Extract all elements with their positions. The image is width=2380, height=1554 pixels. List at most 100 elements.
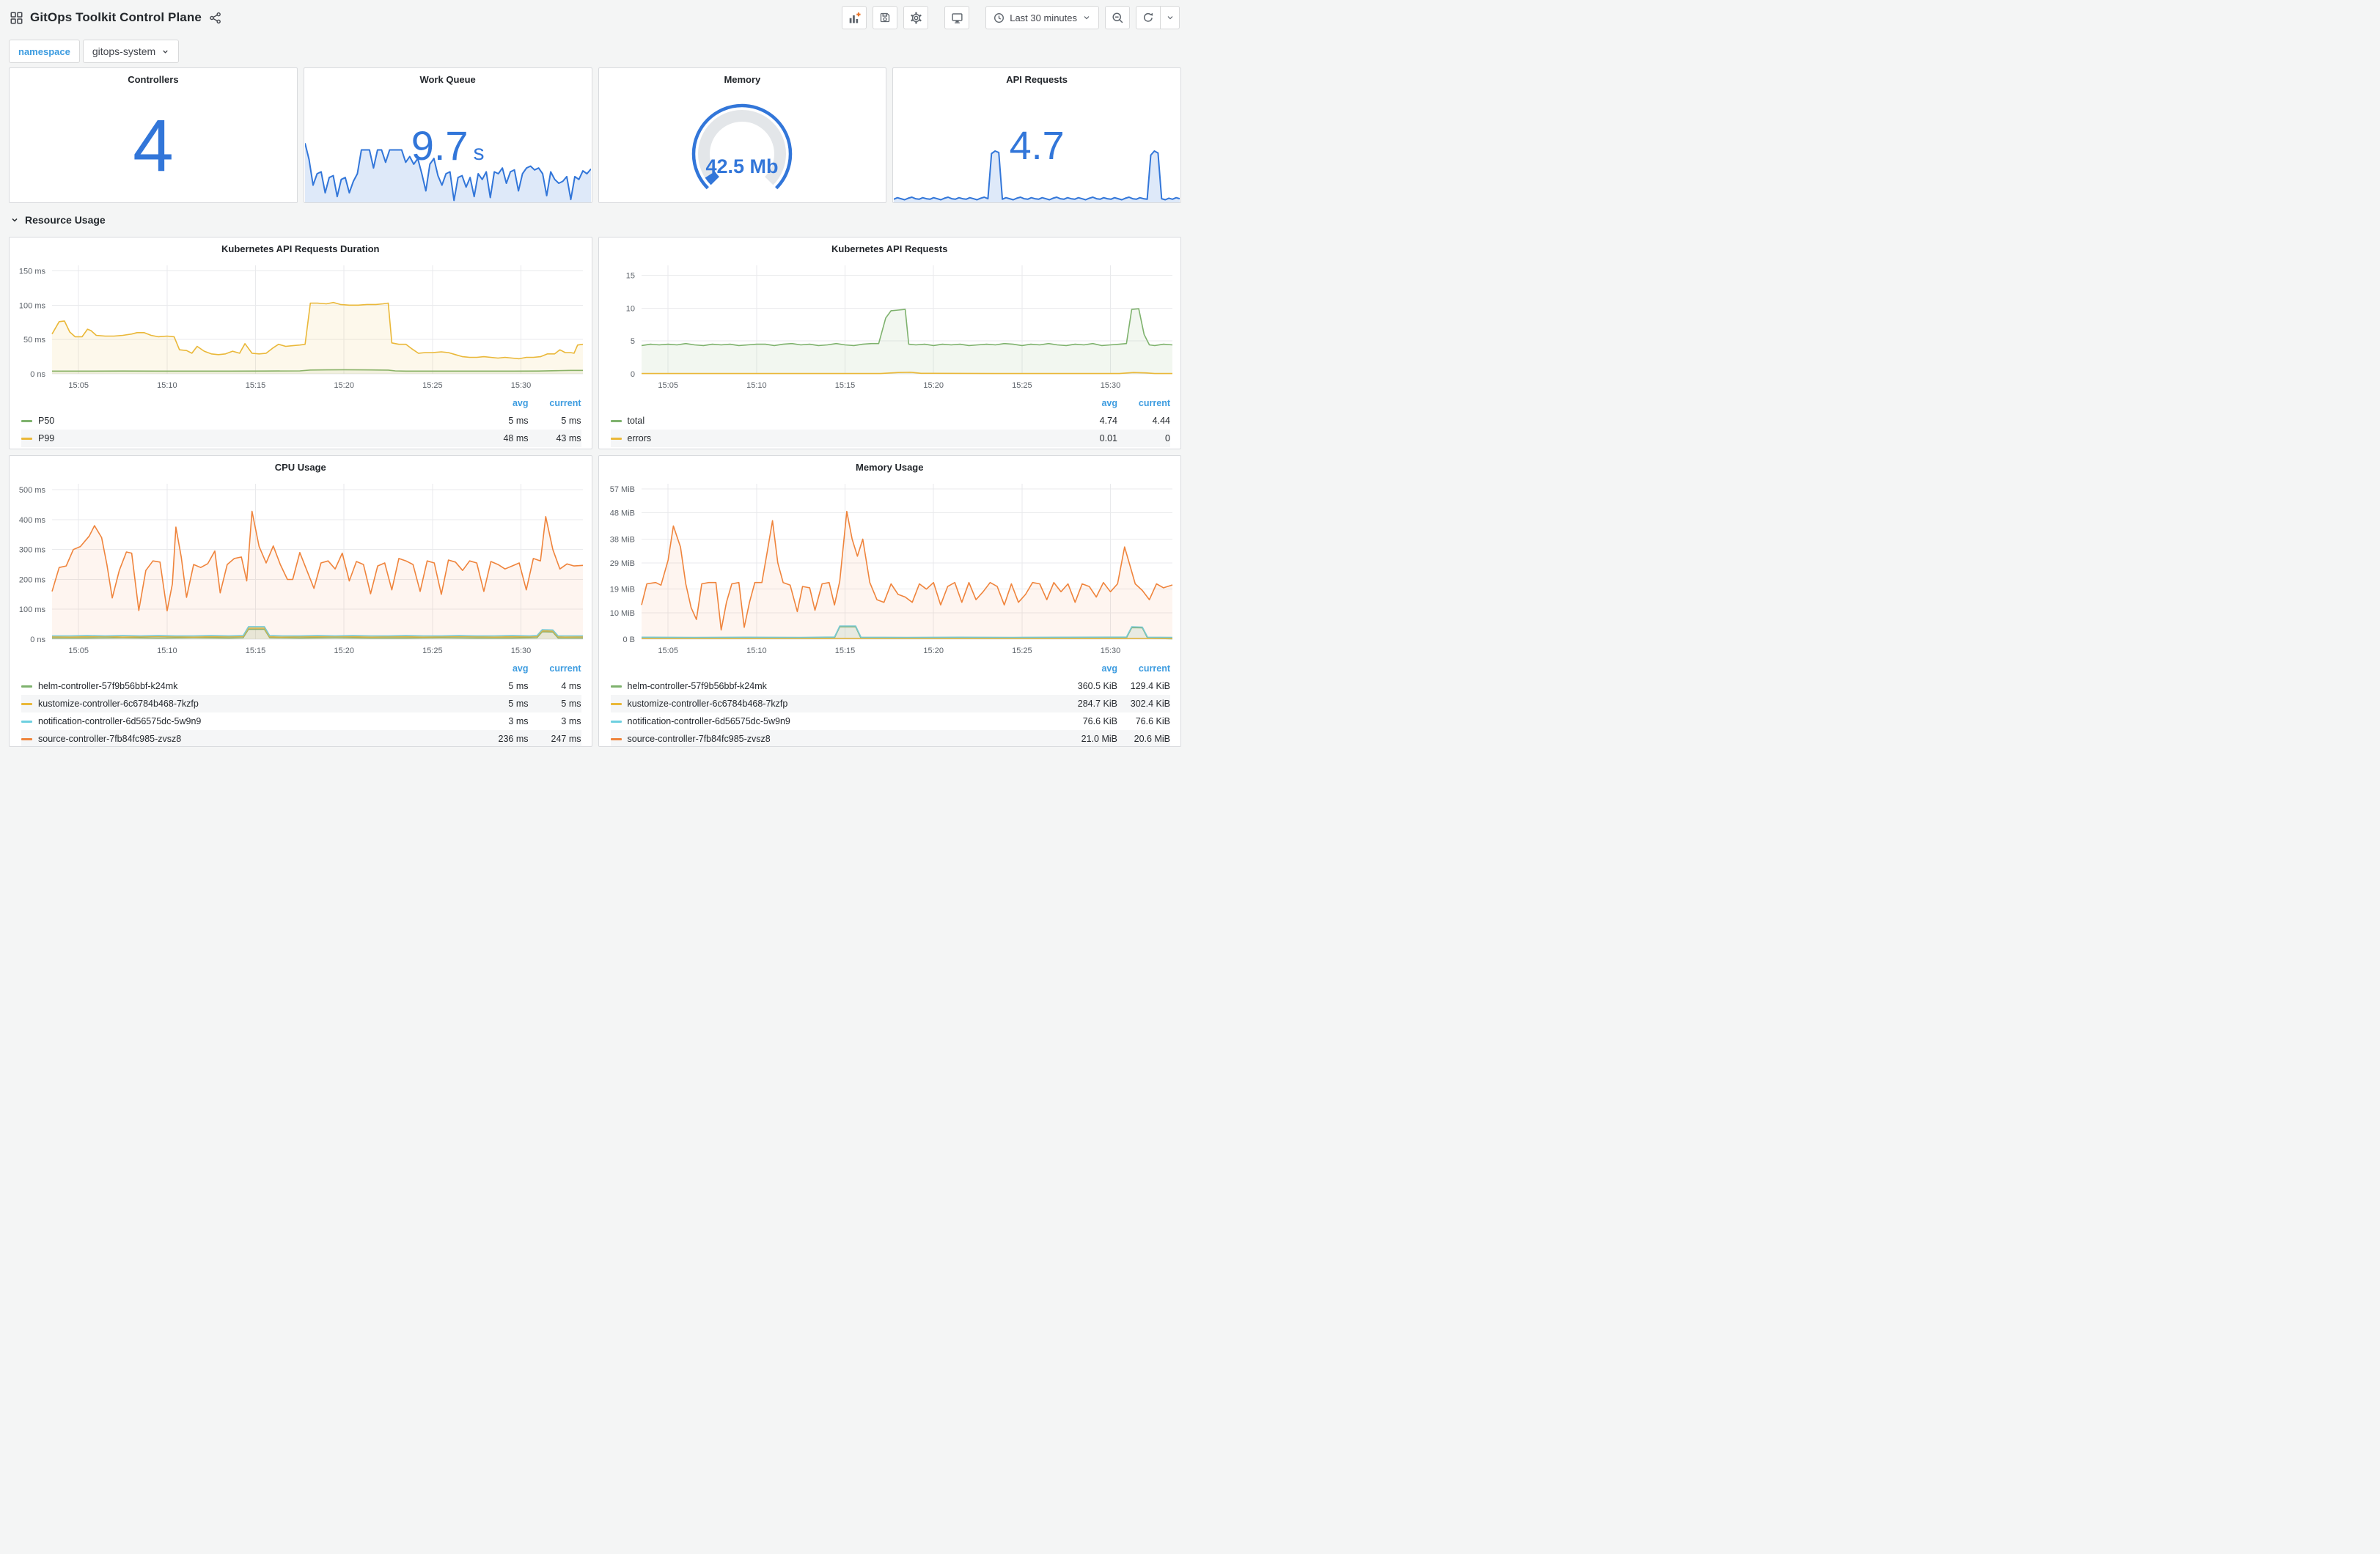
legend-series-name: kustomize-controller-6c6784b468-7kzfp [38, 699, 199, 709]
refresh-interval-button[interactable] [1161, 6, 1180, 29]
panel-controllers: Controllers 4 [9, 67, 298, 203]
legend-header: avg current [21, 660, 581, 677]
zoom-out-button[interactable] [1105, 6, 1130, 29]
series-color-dash [610, 437, 622, 440]
y-axis-tick: 0 ns [30, 370, 45, 379]
legend-col-current[interactable]: current [1117, 398, 1170, 408]
panel-title[interactable]: Kubernetes API Requests Duration [10, 237, 592, 258]
save-icon [881, 12, 890, 23]
series-color-dash [610, 419, 622, 422]
dashboard-settings-button[interactable] [903, 6, 929, 29]
x-axis-tick: 15:20 [334, 647, 354, 655]
legend-current-value: 43 ms [556, 433, 581, 443]
y-axis-tick: 10 [625, 304, 634, 313]
x-axis-tick: 15:30 [511, 381, 532, 390]
legend-row[interactable]: notification-controller-6d56575dc-5w9n9 7… [610, 712, 1170, 730]
series-color-dash [610, 702, 622, 705]
time-series-chart: 15:05 15:10 15:15 15:20 15:25 15:30 150 ms 100 … [19, 265, 584, 390]
legend-current-value: 4.44 [1152, 416, 1170, 426]
legend-series-name: helm-controller-57f9b56bbf-k24mk [38, 681, 178, 691]
x-axis-tick: 15:25 [1012, 381, 1032, 390]
variable-label: namespace [9, 40, 80, 63]
panel-title[interactable]: Controllers [10, 68, 297, 89]
legend-col-avg[interactable]: avg [1054, 663, 1117, 674]
legend-row[interactable]: P50 5 ms 5 ms [21, 412, 581, 430]
series-color-dash [21, 419, 32, 422]
namespace-select[interactable]: gitops-system [82, 40, 180, 63]
panel-title[interactable]: Kubernetes API Requests [599, 237, 1181, 258]
x-axis-tick: 15:15 [834, 647, 855, 655]
legend-row[interactable]: source-controller-7fb84fc985-zvsz8 21.0 M… [610, 730, 1170, 746]
legend-avg-value: 48 ms [503, 433, 529, 443]
legend-row[interactable]: source-controller-7fb84fc985-zvsz8 236 ms… [21, 730, 581, 746]
tv-mode-button[interactable] [944, 6, 970, 29]
refresh-button[interactable] [1136, 6, 1161, 29]
zoom-out-icon [1112, 12, 1123, 23]
legend-col-avg[interactable]: avg [466, 398, 529, 408]
legend-row[interactable]: helm-controller-57f9b56bbf-k24mk 5 ms 4 ms [21, 677, 581, 695]
legend-avg-value: 4.74 [1099, 416, 1117, 426]
legend-row[interactable]: total 4.74 4.44 [610, 412, 1170, 430]
legend-col-current[interactable]: current [1117, 663, 1170, 674]
legend-current-value: 4 ms [561, 681, 581, 691]
x-axis-tick: 15:05 [68, 647, 89, 655]
panel-title[interactable]: CPU Usage [10, 456, 592, 476]
panel-cpu-usage: CPU Usage 15:05 15:10 15:15 15:20 15:25 15:30… [9, 455, 592, 747]
y-axis-tick: 38 MiB [609, 535, 634, 544]
x-axis-tick: 15:30 [511, 647, 532, 655]
panel-memory: Memory 42.5 Mb [598, 67, 887, 203]
legend-row[interactable]: kustomize-controller-6c6784b468-7kzfp 5 m… [21, 695, 581, 712]
source-controller-7fb84fc985-zvsz8-series-fill [641, 511, 1172, 639]
add-panel-button[interactable] [842, 6, 867, 29]
series-color-dash [610, 720, 622, 723]
work-queue-unit: s [473, 140, 485, 165]
charts-grid: Kubernetes API Requests Duration 15:05 15… [9, 237, 1181, 747]
panel-title[interactable]: Work Queue [304, 68, 592, 89]
legend-row[interactable]: P99 48 ms 43 ms [21, 430, 581, 447]
dashboard-header: GitOps Toolkit Control Plane Last 30 min… [0, 0, 1190, 35]
panel-title[interactable]: Memory Usage [599, 456, 1181, 476]
chart-legend: avg current P50 5 ms 5 ms P99 48 ms 43 ms [10, 393, 592, 447]
legend-row[interactable]: notification-controller-6d56575dc-5w9n9 3… [21, 712, 581, 730]
legend-series-name: helm-controller-57f9b56bbf-k24mk [627, 681, 767, 691]
y-axis-tick: 15 [625, 271, 634, 280]
legend-header: avg current [611, 394, 1170, 412]
row-resource-usage[interactable]: Resource Usage [0, 203, 1190, 237]
series-color-dash [21, 720, 32, 723]
panel-k8s-api-requests-duration: Kubernetes API Requests Duration 15:05 15… [9, 237, 592, 449]
legend-col-avg[interactable]: avg [466, 663, 529, 674]
chevron-down-icon [12, 218, 18, 222]
time-range-picker[interactable]: Last 30 minutes [985, 6, 1099, 29]
y-axis-tick: 50 ms [23, 336, 45, 345]
legend-col-current[interactable]: current [529, 663, 581, 674]
y-axis-tick: 5 [630, 337, 634, 346]
clock-icon [994, 12, 1004, 23]
series-color-dash [610, 737, 622, 740]
y-axis-tick: 0 [630, 370, 634, 379]
x-axis-tick: 15:25 [422, 647, 443, 655]
page-title: GitOps Toolkit Control Plane [30, 10, 202, 24]
legend-series-name: P99 [38, 433, 55, 443]
series-color-dash [21, 702, 32, 705]
legend-row[interactable]: kustomize-controller-6c6784b468-7kzfp 284… [610, 695, 1170, 712]
share-icon[interactable] [209, 12, 221, 24]
legend-col-avg[interactable]: avg [1054, 398, 1117, 408]
series-color-dash [21, 685, 32, 688]
save-dashboard-button[interactable] [873, 6, 898, 29]
legend-current-value: 3 ms [561, 716, 581, 726]
legend-current-value: 302.4 KiB [1130, 699, 1170, 709]
legend-avg-value: 5 ms [508, 681, 529, 691]
legend-avg-value: 21.0 MiB [1081, 734, 1117, 744]
panel-title[interactable]: Memory [599, 68, 886, 89]
x-axis-tick: 15:10 [746, 381, 767, 390]
chart-legend: avg current helm-controller-57f9b56bbf-k24… [10, 658, 592, 746]
legend-header: avg current [611, 660, 1170, 677]
legend-current-value: 76.6 KiB [1135, 716, 1170, 726]
legend-row[interactable]: helm-controller-57f9b56bbf-k24mk 360.5 Ki… [610, 677, 1170, 695]
y-axis-tick: 200 ms [19, 575, 46, 584]
legend-row[interactable]: errors 0.01 0 [610, 430, 1170, 447]
panel-k8s-api-requests: Kubernetes API Requests 15:05 15:10 15:15 1… [598, 237, 1181, 449]
y-axis-tick: 100 ms [19, 605, 46, 614]
legend-col-current[interactable]: current [529, 398, 581, 408]
panel-title[interactable]: API Requests [893, 68, 1180, 89]
